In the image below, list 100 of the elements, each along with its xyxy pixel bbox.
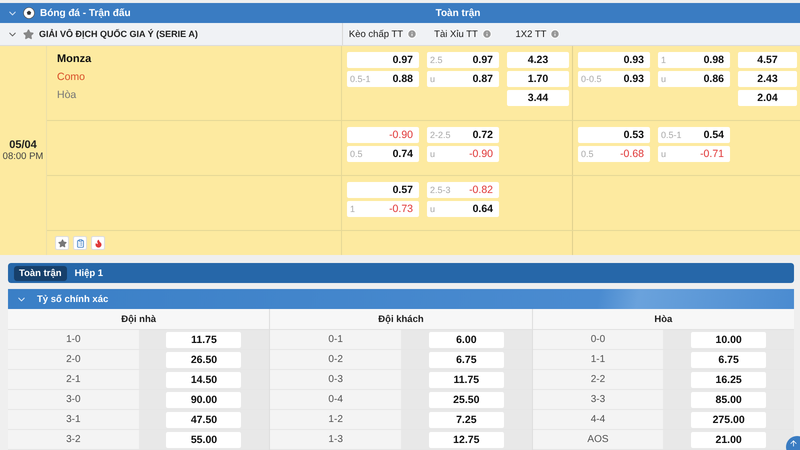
star-icon[interactable] [23,28,34,40]
odds-button[interactable]: 0.5 -0.68 [578,146,650,162]
line-label: 0-0.5 [581,74,602,84]
odds-button[interactable]: u -0.90 [427,146,499,162]
odds-button[interactable]: 1 0.98 [658,52,730,68]
score-label: 0-4 [327,393,344,407]
group-header: Đội nhà [8,309,270,330]
match-date: 05/04 [9,139,37,151]
odds-button[interactable]: 14.50 [166,372,242,388]
score-label: 4-4 [590,413,606,427]
odds-button[interactable]: 4.23 [507,52,569,68]
info-icon[interactable] [482,29,492,39]
score-label: 1-3 [327,433,344,447]
odds-value: -0.68 [620,148,644,160]
odds-value: 0.57 [392,184,413,196]
info-icon[interactable] [407,29,418,39]
odds-button[interactable]: 275.00 [691,412,766,428]
odds-button[interactable]: 2-2.5 0.72 [427,127,499,143]
odds-button[interactable]: u 0.86 [658,71,730,87]
odds-button[interactable]: 16.25 [691,372,766,388]
away-team: Como [57,71,86,83]
odds-button[interactable]: u -0.71 [658,146,730,162]
odds-button[interactable]: -0.90 [347,127,419,143]
score-label: 1-1 [590,353,606,367]
odds-button[interactable]: 0.5-1 0.54 [658,127,730,143]
score-label: 3-1 [65,413,82,427]
score-label: 0-2 [327,353,344,367]
line-label: 0.5-1 [661,130,682,140]
odds-button[interactable]: 1.70 [507,71,569,87]
odds-button[interactable]: 26.50 [166,352,242,368]
flame-icon [94,238,102,248]
score-label: 2-1 [65,373,82,387]
line-label: 2-2.5 [430,130,451,140]
odds-button[interactable]: 3.44 [507,90,569,106]
period-title: Toàn trận [436,8,480,18]
odds-button[interactable]: 2.43 [738,71,797,87]
odds-value: 0.98 [704,54,724,66]
odds-value: 4.23 [528,54,548,66]
odds-value: -0.90 [469,148,493,160]
odds-value: 2.04 [757,92,778,104]
period-tab[interactable]: Hiệp 1 [70,266,108,280]
odds-button[interactable]: 85.00 [691,392,766,408]
odds-button[interactable]: 0.57 [347,182,419,198]
section-title: Tỷ số chính xác [37,294,108,304]
odds-button[interactable]: 6.75 [691,352,766,368]
score-label: 1-0 [65,333,82,347]
odds-button[interactable]: 90.00 [166,392,242,408]
odds-button[interactable]: 2.5-3 -0.82 [427,182,499,198]
score-label: 3-2 [65,433,82,447]
odds-button[interactable]: 7.25 [428,412,504,428]
odds-button[interactable]: 2.5 0.97 [427,52,499,68]
clipboard-button[interactable] [73,236,87,250]
odds-button[interactable]: 55.00 [166,432,242,448]
odds-button[interactable]: 0.93 [578,52,650,68]
line-label: 1 [350,204,356,214]
league-name: GIẢI VÔ ĐỊCH QUỐC GIA Ý (SERIE A) [39,29,198,39]
odds-value: 0.74 [392,148,413,160]
score-label: AOS [586,433,610,447]
odds-button[interactable]: 10.00 [691,332,766,348]
odds-value: 0.87 [472,73,493,85]
line-label: u [430,149,436,159]
flame-button[interactable] [91,236,105,250]
odds-button[interactable]: 4.57 [738,52,797,68]
line-label: u [430,74,436,84]
period-tab[interactable]: Toàn trận [14,266,67,280]
odds-button[interactable]: 6.00 [428,332,504,348]
odds-value: -0.90 [389,129,413,141]
clipboard-icon [76,238,84,248]
odds-button[interactable]: 0-0.5 0.93 [578,71,650,87]
odds-button[interactable]: 21.00 [691,432,766,448]
odds-button[interactable]: 12.75 [428,432,504,448]
odds-value: 0.97 [472,54,493,66]
odds-value: -0.71 [700,148,724,160]
score-label: 0-1 [327,333,344,347]
line-label: u [661,149,666,159]
odds-button[interactable]: 0.53 [578,127,650,143]
odds-button[interactable]: 11.75 [428,372,504,388]
line-label: 2.5 [430,55,443,65]
star-button[interactable] [55,236,69,250]
odds-button[interactable]: u 0.87 [427,71,499,87]
column-header: Tài Xỉu TT [434,28,478,40]
score-label: 2-2 [590,373,606,387]
group-header: Đội khách [270,309,532,330]
odds-button[interactable]: 0.97 [347,52,419,68]
odds-value: 0.86 [704,73,724,85]
odds-button[interactable]: 1 -0.73 [347,201,419,217]
odds-button[interactable]: u 0.64 [427,201,499,217]
info-icon[interactable] [550,29,560,39]
score-label: 2-0 [65,353,82,367]
line-label: u [430,204,436,214]
odds-button[interactable]: 47.50 [166,412,242,428]
odds-button[interactable]: 0.5-1 0.88 [347,71,419,87]
odds-value: 1.70 [528,73,548,85]
odds-button[interactable]: 6.75 [428,352,504,368]
odds-button[interactable]: 0.5 0.74 [347,146,419,162]
odds-button[interactable]: 11.75 [166,332,242,348]
odds-value: -0.82 [469,184,493,196]
odds-button[interactable]: 25.50 [428,392,504,408]
odds-button[interactable]: 2.04 [738,90,797,106]
odds-value: 4.57 [757,54,778,66]
